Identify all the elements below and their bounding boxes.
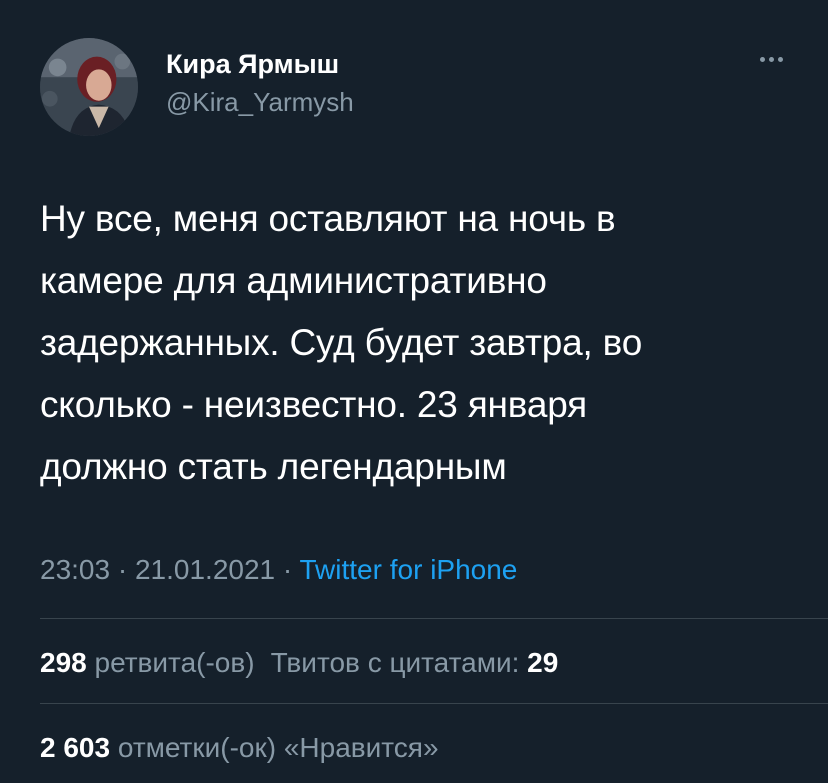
likes-stats: 2 603 отметки(-ок) «Нравится»: [40, 731, 439, 765]
likes-label: отметки(-ок) «Нравится»: [117, 732, 439, 763]
divider: [40, 618, 828, 619]
likes-link[interactable]: 2 603 отметки(-ок) «Нравится»: [40, 732, 439, 763]
tweet-meta: 23:03 · 21.01.2021 · Twitter for iPhone: [40, 552, 517, 588]
divider: [40, 703, 828, 704]
author-handle[interactable]: @Kira_Yarmysh: [166, 86, 354, 118]
tweet-text-line: должно стать легендарным: [40, 446, 507, 487]
tweet-detail: Кира Ярмыш @Kira_Yarmysh Ну все, меня ос…: [0, 0, 828, 783]
likes-count: 2 603: [40, 732, 111, 763]
quotes-label: Твитов с цитатами:: [270, 647, 520, 678]
meta-separator: ·: [110, 554, 135, 585]
tweet-text-line: камере для административно: [40, 260, 547, 301]
tweet-date[interactable]: 21.01.2021: [135, 554, 275, 585]
retweets-label: ретвита(-ов): [94, 647, 255, 678]
more-horizontal-icon-dot: [768, 56, 774, 62]
more-options-button[interactable]: [748, 44, 794, 74]
more-horizontal-icon-dot: [777, 56, 783, 62]
tweet-text-line: задержанных. Суд будет завтра, во: [40, 322, 643, 363]
retweets-link[interactable]: 298 ретвита(-ов): [40, 647, 255, 678]
retweets-count: 298: [40, 647, 87, 678]
quotes-count: 29: [527, 647, 559, 678]
tweet-time[interactable]: 23:03: [40, 554, 110, 585]
author-display-name[interactable]: Кира Ярмыш: [166, 48, 339, 80]
avatar-photo: [40, 38, 138, 136]
retweet-quote-stats: 298 ретвита(-ов) Твитов с цитатами: 29: [40, 646, 558, 680]
more-horizontal-icon: [759, 56, 765, 62]
tweet-source-link[interactable]: Twitter for iPhone: [300, 554, 518, 585]
tweet-text: Ну все, меня оставляют на ночь в камере …: [40, 188, 800, 498]
meta-separator: ·: [275, 554, 300, 585]
tweet-text-line: сколько - неизвестно. 23 января: [40, 384, 587, 425]
quotes-link[interactable]: Твитов с цитатами: 29: [271, 647, 559, 678]
avatar[interactable]: [40, 38, 138, 136]
tweet-text-line: Ну все, меня оставляют на ночь в: [40, 198, 616, 239]
